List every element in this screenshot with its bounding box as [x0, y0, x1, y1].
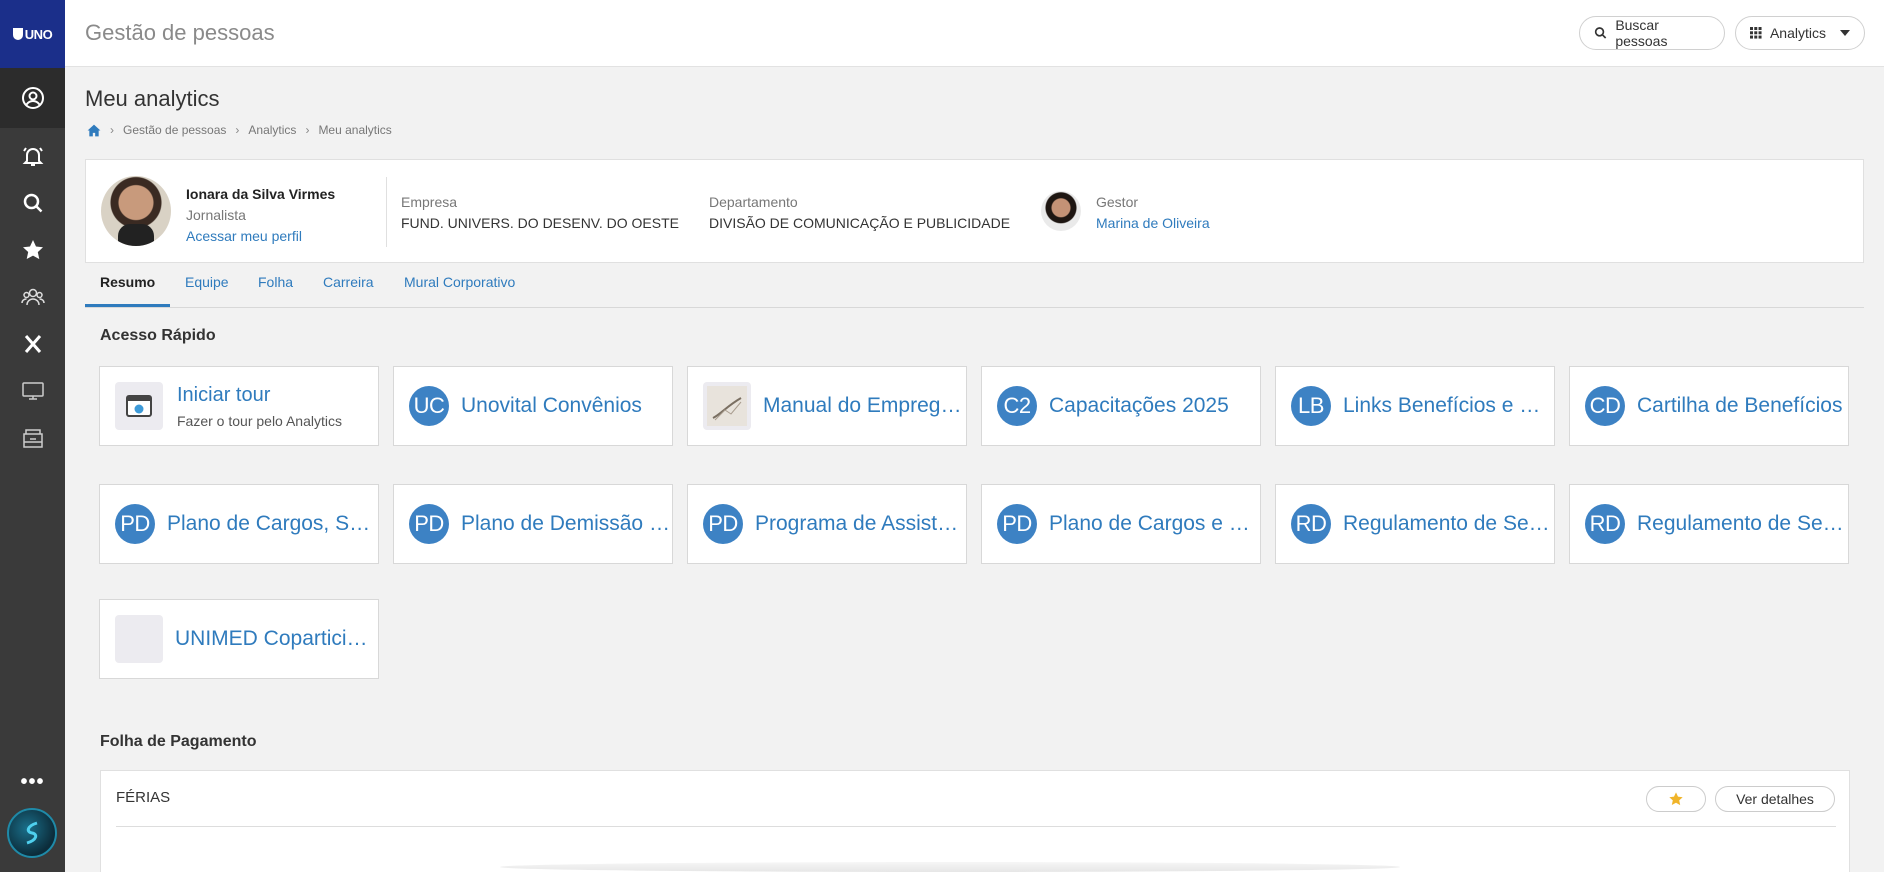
quick-card[interactable]: C2 Capacitações 2025: [981, 366, 1261, 446]
quick-card[interactable]: PD Plano de Cargos, Salários: [99, 484, 379, 564]
quick-card[interactable]: LB Links Benefícios e Serviços: [1275, 366, 1555, 446]
payroll-title: Folha de Pagamento: [100, 733, 257, 750]
chevron-right-icon: ›: [305, 123, 310, 137]
breadcrumb: › Gestão de pessoas › Analytics › Meu an…: [87, 123, 392, 137]
apps-menu-label: Analytics: [1769, 25, 1826, 41]
monitor-icon[interactable]: [0, 367, 65, 414]
card-badge: PD: [115, 504, 155, 544]
favorite-button[interactable]: [1646, 786, 1706, 812]
card-title: Programa de Assistência: [755, 512, 965, 535]
star-icon: [1669, 792, 1683, 806]
uno-logo[interactable]: UNO: [0, 0, 65, 68]
company-value: FUND. UNIVERS. DO DESENV. DO OESTE: [401, 215, 679, 231]
page-title: Meu analytics: [85, 86, 220, 111]
manager-avatar[interactable]: [1041, 191, 1081, 231]
assistant-logo-icon[interactable]: [7, 808, 57, 858]
card-badge: RD: [1291, 504, 1331, 544]
search-icon[interactable]: [0, 179, 65, 226]
breadcrumb-item[interactable]: Gestão de pessoas: [123, 123, 226, 137]
search-people-label: Buscar pessoas: [1615, 17, 1668, 49]
tab-carreira[interactable]: Carreira: [323, 274, 374, 304]
sidebar: UNO •••: [0, 0, 65, 872]
company-label: Empresa: [401, 194, 458, 210]
card-badge: PD: [997, 504, 1037, 544]
placeholder-image-icon: [115, 615, 163, 663]
tab-mural-corporativo[interactable]: Mural Corporativo: [404, 274, 515, 304]
quick-card[interactable]: PD Programa de Assistência: [687, 484, 967, 564]
profile-link[interactable]: Acessar meu perfil: [186, 228, 302, 244]
quick-card[interactable]: PD Plano de Cargos e Salários: [981, 484, 1261, 564]
card-title: Unovital Convênios: [461, 394, 642, 417]
card-title: Plano de Cargos, Salários: [167, 512, 377, 535]
card-badge: RD: [1585, 504, 1625, 544]
tour-title: Iniciar tour: [177, 383, 271, 406]
vacation-label: FÉRIAS: [116, 789, 171, 806]
document-image-icon: [703, 382, 751, 430]
tab-folha[interactable]: Folha: [258, 274, 293, 304]
divider: [116, 826, 1836, 827]
card-title: Plano de Demissão Voluntária: [461, 512, 671, 535]
quick-card[interactable]: UC Unovital Convênios: [393, 366, 673, 446]
app-title: Gestão de pessoas: [85, 20, 275, 45]
bell-icon[interactable]: [0, 132, 65, 179]
department-value: DIVISÃO DE COMUNICAÇÃO E PUBLICIDADE: [709, 215, 1011, 231]
profile-role: Jornalista: [186, 207, 246, 223]
team-icon[interactable]: [0, 273, 65, 320]
quick-card[interactable]: RD Regulamento de Serviços: [1275, 484, 1555, 564]
card-title: Plano de Cargos e Salários: [1049, 512, 1259, 535]
tour-card[interactable]: Iniciar tour Fazer o tour pelo Analytics: [99, 366, 379, 446]
tab-bar: Resumo Equipe Folha Carreira Mural Corpo…: [85, 264, 1864, 308]
chevron-right-icon: ›: [110, 123, 114, 137]
card-badge: PD: [409, 504, 449, 544]
card-badge: C2: [997, 386, 1037, 426]
card-badge: CD: [1585, 386, 1625, 426]
profile-card: Ionara da Silva Virmes Jornalista Acessa…: [85, 159, 1864, 263]
profile-icon[interactable]: [0, 68, 65, 128]
quick-card[interactable]: PD Plano de Demissão Voluntária: [393, 484, 673, 564]
more-icon[interactable]: •••: [0, 760, 65, 804]
card-title: Cartilha de Benefícios: [1637, 394, 1843, 417]
breadcrumb-current: Meu analytics: [318, 123, 392, 137]
chevron-right-icon: ›: [235, 123, 240, 137]
scroll-shadow: [500, 862, 1400, 872]
quick-access-title: Acesso Rápido: [100, 327, 216, 344]
breadcrumb-item[interactable]: Analytics: [248, 123, 296, 137]
payroll-panel: FÉRIAS Ver detalhes: [100, 770, 1850, 872]
search-people-button[interactable]: Buscar pessoas: [1579, 16, 1725, 50]
home-icon[interactable]: [87, 124, 101, 137]
divider: [386, 177, 387, 247]
tab-resumo[interactable]: Resumo: [85, 274, 171, 307]
box-icon[interactable]: [0, 414, 65, 461]
manager-link[interactable]: Marina de Oliveira: [1096, 215, 1210, 231]
card-title: Capacitações 2025: [1049, 394, 1229, 417]
card-badge: LB: [1291, 386, 1331, 426]
card-badge: UC: [409, 386, 449, 426]
close-icon[interactable]: [0, 320, 65, 367]
card-title: UNIMED Coparticipação: [175, 627, 378, 650]
department-label: Departamento: [709, 194, 798, 210]
quick-card[interactable]: Manual do Empregado: [687, 366, 967, 446]
grid-icon: [1750, 27, 1762, 39]
star-icon[interactable]: [0, 226, 65, 273]
avatar: [101, 176, 171, 246]
quick-card[interactable]: UNIMED Coparticipação: [99, 599, 379, 679]
card-title: Regulamento de Serviços: [1343, 512, 1553, 535]
search-icon: [1594, 27, 1607, 39]
quick-card[interactable]: RD Regulamento de Serviços: [1569, 484, 1849, 564]
top-bar: Gestão de pessoas Buscar pessoas Analyti…: [65, 0, 1884, 67]
manager-label: Gestor: [1096, 194, 1139, 210]
card-badge: PD: [703, 504, 743, 544]
browser-icon: [115, 382, 163, 430]
tab-equipe[interactable]: Equipe: [185, 274, 229, 304]
view-details-button[interactable]: Ver detalhes: [1715, 786, 1835, 812]
quick-card[interactable]: CD Cartilha de Benefícios: [1569, 366, 1849, 446]
tour-subtitle: Fazer o tour pelo Analytics: [177, 412, 342, 429]
card-title: Manual do Empregado: [763, 394, 966, 417]
card-title: Regulamento de Serviços: [1637, 512, 1847, 535]
apps-menu-button[interactable]: Analytics: [1735, 16, 1865, 50]
card-title: Links Benefícios e Serviços: [1343, 394, 1553, 417]
chevron-down-icon: [1840, 30, 1850, 36]
profile-name: Ionara da Silva Virmes: [186, 186, 336, 202]
